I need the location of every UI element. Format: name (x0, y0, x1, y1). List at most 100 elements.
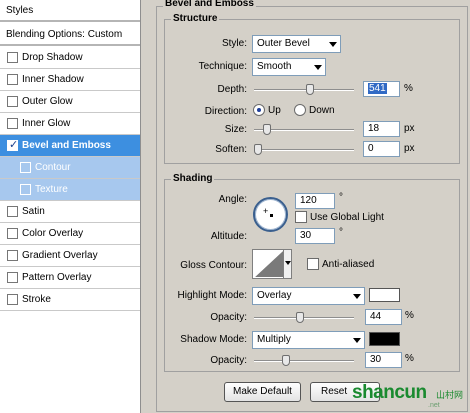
chevron-down-icon (285, 261, 291, 265)
style-item-label: Bevel and Emboss (22, 140, 111, 151)
soften-label: Soften: (215, 144, 247, 155)
soften-slider-thumb[interactable] (254, 144, 262, 155)
inner-shadow-checkbox[interactable] (7, 74, 18, 85)
shadow-opacity-value: 30 (370, 354, 382, 365)
depth-slider-track (254, 89, 354, 91)
style-item-inner-shadow[interactable]: Inner Shadow (0, 69, 140, 91)
style-item-label: Satin (22, 206, 45, 217)
size-label: Size: (224, 124, 247, 135)
inner-glow-checkbox[interactable] (7, 118, 18, 129)
gloss-contour-picker[interactable] (252, 249, 292, 279)
gloss-contour-dropdown-button[interactable] (283, 250, 291, 278)
shadow-opacity-unit: % (405, 353, 414, 364)
technique-dropdown[interactable]: Smooth (252, 58, 326, 76)
style-item-contour[interactable]: Contour (0, 157, 140, 179)
drop-shadow-checkbox[interactable] (7, 52, 18, 63)
watermark-site: .net (428, 402, 440, 409)
texture-checkbox[interactable] (20, 184, 31, 195)
contour-checkbox[interactable] (20, 162, 31, 173)
style-item-gradient-overlay[interactable]: Gradient Overlay (0, 245, 140, 267)
style-item-label: Stroke (22, 294, 51, 305)
watermark-cn: 山村网 (436, 390, 464, 400)
soften-slider-track (254, 149, 354, 151)
technique-dropdown-value: Smooth (257, 61, 292, 72)
color-overlay-checkbox[interactable] (7, 228, 18, 239)
make-default-button[interactable]: Make Default (224, 382, 301, 402)
style-item-label: Gradient Overlay (22, 250, 98, 261)
style-item-bevel-and-emboss[interactable]: ✓ Bevel and Emboss (0, 135, 140, 157)
highlight-opacity-track (254, 317, 354, 319)
stroke-checkbox[interactable] (7, 294, 18, 305)
depth-slider-thumb[interactable] (306, 84, 314, 95)
shadow-mode-dropdown[interactable]: Multiply (252, 331, 365, 349)
style-item-label: Contour (35, 162, 71, 173)
crosshair-icon: + (263, 206, 269, 216)
altitude-unit: ° (339, 227, 343, 238)
highlight-opacity-thumb[interactable] (296, 312, 304, 323)
satin-checkbox[interactable] (7, 206, 18, 217)
direction-down-label: Down (309, 105, 335, 116)
outer-glow-checkbox[interactable] (7, 96, 18, 107)
soften-input[interactable]: 0 (363, 141, 400, 157)
shadow-opacity-thumb[interactable] (282, 355, 290, 366)
chevron-down-icon (329, 42, 337, 47)
angle-value: 120 (300, 195, 317, 206)
style-dropdown[interactable]: Outer Bevel (252, 35, 341, 53)
style-item-color-overlay[interactable]: Color Overlay (0, 223, 140, 245)
bevel-and-emboss-panel: Bevel and Emboss Structure Style: Outer … (151, 0, 470, 413)
style-item-drop-shadow[interactable]: Drop Shadow (0, 47, 140, 69)
style-item-label: Outer Glow (22, 96, 73, 107)
use-global-light-checkbox[interactable] (295, 211, 307, 223)
shadow-opacity-slider[interactable] (254, 355, 354, 367)
anti-aliased-checkbox[interactable] (307, 258, 319, 270)
depth-input[interactable]: 541 (363, 81, 400, 97)
style-item-pattern-overlay[interactable]: Pattern Overlay (0, 267, 140, 289)
style-item-label: Texture (35, 184, 68, 195)
styles-header-label: Styles (6, 4, 34, 16)
shadow-mode-label: Shadow Mode: (180, 334, 247, 345)
highlight-color-swatch[interactable] (369, 288, 400, 302)
style-label: Style: (221, 38, 247, 49)
gradient-overlay-checkbox[interactable] (7, 250, 18, 261)
blending-options-label: Blending Options: Custom (6, 28, 123, 40)
highlight-mode-dropdown[interactable]: Overlay (252, 287, 365, 305)
soften-unit: px (404, 143, 415, 154)
size-input[interactable]: 18 (363, 121, 400, 137)
direction-up-radio[interactable] (253, 104, 265, 116)
anti-aliased-label: Anti-aliased (322, 259, 375, 270)
highlight-opacity-slider[interactable] (254, 312, 354, 324)
shadow-color-swatch[interactable] (369, 332, 400, 346)
altitude-input[interactable]: 30 (295, 228, 335, 244)
angle-label: Angle: (218, 194, 247, 205)
shadow-opacity-input[interactable]: 30 (365, 352, 402, 368)
bevel-and-emboss-checkbox[interactable]: ✓ (7, 139, 18, 151)
gloss-contour-label: Gloss Contour: (180, 260, 247, 271)
bevel-emboss-title: Bevel and Emboss (163, 0, 256, 9)
pattern-overlay-checkbox[interactable] (7, 272, 18, 283)
style-item-satin[interactable]: Satin (0, 201, 140, 223)
style-item-inner-glow[interactable]: Inner Glow (0, 113, 140, 135)
style-item-stroke[interactable]: Stroke (0, 289, 140, 311)
chevron-down-icon (353, 294, 361, 299)
shadow-opacity-track (254, 360, 354, 362)
chevron-down-icon (353, 338, 361, 343)
angle-dial-center (270, 214, 273, 217)
direction-down-radio[interactable] (294, 104, 306, 116)
depth-slider[interactable] (254, 84, 354, 96)
highlight-opacity-label: Opacity: (210, 312, 247, 323)
depth-unit: % (404, 83, 413, 94)
blending-options-item[interactable]: Blending Options: Custom (0, 24, 140, 46)
styles-list: Styles Blending Options: Custom Drop Sha… (0, 0, 141, 413)
angle-input[interactable]: 120 (295, 193, 335, 209)
style-item-outer-glow[interactable]: Outer Glow (0, 91, 140, 113)
highlight-opacity-input[interactable]: 44 (365, 309, 402, 325)
soften-slider[interactable] (254, 144, 354, 156)
styles-header[interactable]: Styles (0, 0, 140, 22)
contour-preview-icon (255, 251, 283, 277)
style-item-texture[interactable]: Texture (0, 179, 140, 201)
highlight-opacity-unit: % (405, 310, 414, 321)
size-slider-thumb[interactable] (263, 124, 271, 135)
size-slider[interactable] (254, 124, 354, 136)
style-dropdown-value: Outer Bevel (257, 38, 310, 49)
angle-dial[interactable]: + (253, 197, 288, 232)
